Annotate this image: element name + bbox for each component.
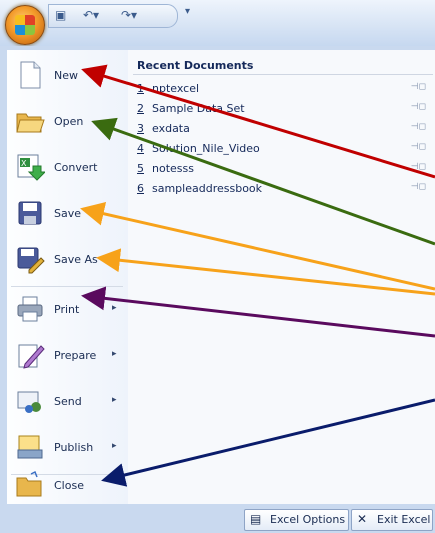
close-folder-icon bbox=[16, 470, 42, 497]
menu-item-convert[interactable]: X Convert bbox=[11, 146, 125, 190]
menu-item-label: Prepare bbox=[54, 349, 97, 362]
submenu-arrow-icon: ▸ bbox=[112, 253, 117, 263]
menu-commands: New Open X Convert Save Save As ▸ Print … bbox=[7, 50, 129, 504]
recent-item[interactable]: 6 sampleaddressbook ⊣◻ bbox=[137, 182, 432, 199]
submenu-arrow-icon: ▸ bbox=[112, 303, 117, 313]
menu-item-close[interactable]: Close bbox=[11, 464, 125, 508]
office-button[interactable] bbox=[5, 5, 45, 45]
pin-icon[interactable]: ⊣◻ bbox=[411, 122, 426, 132]
recent-item-name: sampleaddressbook bbox=[152, 182, 263, 195]
recent-item-number: 5 bbox=[137, 162, 144, 175]
exit-icon: ✕ bbox=[357, 512, 368, 526]
recent-item[interactable]: 1 nptexcel ⊣◻ bbox=[137, 82, 432, 99]
menu-item-label: New bbox=[54, 69, 78, 82]
publish-icon bbox=[17, 435, 43, 459]
recent-item-name: notesss bbox=[152, 162, 194, 175]
recent-item-number: 2 bbox=[137, 102, 144, 115]
new-document-icon bbox=[20, 61, 41, 89]
recent-documents-panel: Recent Documents 1 nptexcel ⊣◻ 2 Sample … bbox=[128, 50, 435, 504]
menu-item-label: Save bbox=[54, 207, 82, 220]
menu-item-label: Close bbox=[54, 479, 84, 492]
recent-item-name: nptexcel bbox=[152, 82, 200, 95]
menu-item-save[interactable]: Save bbox=[11, 192, 125, 236]
pin-icon[interactable]: ⊣◻ bbox=[411, 102, 426, 112]
redo-icon[interactable]: ↷▾ bbox=[121, 8, 137, 22]
prepare-icon bbox=[18, 344, 45, 369]
menu-item-send[interactable]: Send ▸ bbox=[11, 380, 125, 424]
recent-divider bbox=[133, 74, 433, 75]
recent-item[interactable]: 2 Sample Data Set ⊣◻ bbox=[137, 102, 432, 119]
submenu-arrow-icon: ▸ bbox=[112, 349, 117, 359]
menu-item-label: Publish bbox=[54, 441, 94, 454]
office-logo-icon bbox=[15, 15, 35, 35]
menu-item-label: Convert bbox=[54, 161, 98, 174]
save-icon[interactable]: ▣ bbox=[55, 8, 66, 22]
recent-item-name: Solution_Nile_Video bbox=[152, 142, 260, 155]
menu-item-prepare[interactable]: Prepare ▸ bbox=[11, 334, 125, 378]
excel-options-label: Excel Options bbox=[270, 513, 346, 526]
svg-text:X: X bbox=[21, 159, 27, 168]
open-folder-icon bbox=[16, 113, 45, 133]
save-as-icon bbox=[17, 247, 45, 274]
menu-item-label: Open bbox=[54, 115, 84, 128]
pin-icon[interactable]: ⊣◻ bbox=[411, 182, 426, 192]
menu-item-save-as[interactable]: Save As ▸ bbox=[11, 238, 125, 282]
recent-item[interactable]: 3 exdata ⊣◻ bbox=[137, 122, 432, 139]
menu-divider bbox=[11, 286, 123, 287]
options-icon: ▤ bbox=[250, 512, 262, 526]
submenu-arrow-icon: ▸ bbox=[112, 441, 117, 451]
quick-access-toolbar: ▣ ↶▾ ↷▾ bbox=[48, 4, 178, 28]
pin-icon[interactable]: ⊣◻ bbox=[411, 162, 426, 172]
office-menu: New Open X Convert Save Save As ▸ Print … bbox=[0, 46, 435, 533]
send-icon bbox=[17, 391, 41, 413]
recent-item-number: 4 bbox=[137, 142, 144, 155]
recent-item[interactable]: 4 Solution_Nile_Video ⊣◻ bbox=[137, 142, 432, 159]
menu-item-label: Print bbox=[54, 303, 80, 316]
recent-item-number: 3 bbox=[137, 122, 144, 135]
printer-icon bbox=[17, 296, 43, 322]
pin-icon[interactable]: ⊣◻ bbox=[411, 142, 426, 152]
recent-item-name: Sample Data Set bbox=[152, 102, 245, 115]
exit-excel-label: Exit Excel bbox=[377, 513, 431, 526]
dropdown-icon[interactable]: ▾ bbox=[185, 6, 190, 17]
convert-icon: X bbox=[17, 154, 45, 181]
save-disk-icon bbox=[18, 201, 42, 225]
recent-item-name: exdata bbox=[152, 122, 190, 135]
recent-item-number: 6 bbox=[137, 182, 144, 195]
excel-options-button[interactable]: ▤ Excel Options bbox=[244, 509, 349, 531]
recent-documents-title: Recent Documents bbox=[137, 59, 254, 72]
title-bar: ▣ ↶▾ ↷▾ ▾ bbox=[0, 0, 435, 46]
menu-item-print[interactable]: Print ▸ bbox=[11, 288, 125, 332]
recent-item[interactable]: 5 notesss ⊣◻ bbox=[137, 162, 432, 179]
menu-item-open[interactable]: Open bbox=[11, 100, 125, 144]
menu-footer: ▤ Excel Options ✕ Exit Excel bbox=[0, 504, 435, 533]
recent-item-number: 1 bbox=[137, 82, 144, 95]
exit-excel-button[interactable]: ✕ Exit Excel bbox=[351, 509, 433, 531]
menu-item-label: Save As bbox=[54, 253, 98, 266]
pin-icon[interactable]: ⊣◻ bbox=[411, 82, 426, 92]
undo-icon[interactable]: ↶▾ bbox=[83, 8, 99, 22]
menu-item-new[interactable]: New bbox=[11, 54, 125, 98]
submenu-arrow-icon: ▸ bbox=[112, 395, 117, 405]
menu-item-label: Send bbox=[54, 395, 82, 408]
